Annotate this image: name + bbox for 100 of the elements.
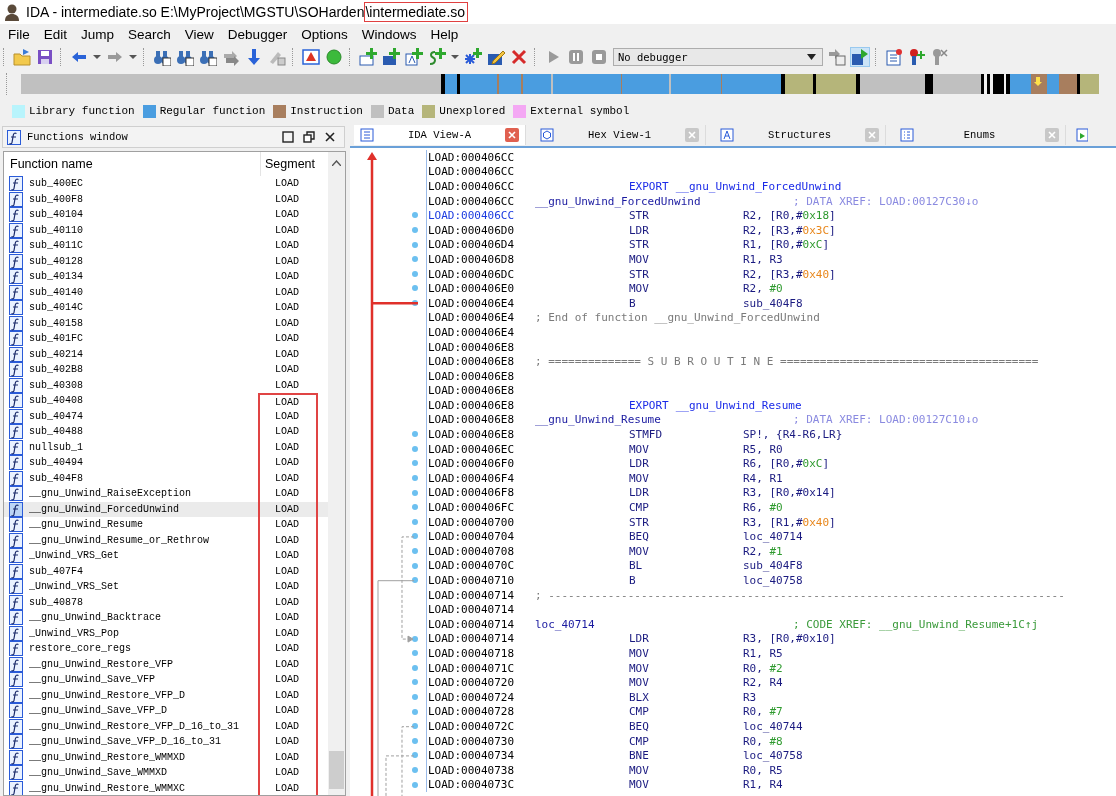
address[interactable]: LOAD:00040714	[428, 632, 535, 646]
address[interactable]: LOAD:000406CC	[428, 209, 535, 223]
function-row[interactable]: sub_407F4 LOAD	[4, 563, 330, 579]
line-dot[interactable]	[412, 241, 418, 248]
function-row[interactable]: sub_40158 LOAD	[4, 315, 330, 331]
circle-icon[interactable]	[325, 48, 343, 66]
function-row[interactable]: restore_core_regs LOAD	[4, 641, 330, 657]
line-dot[interactable]	[412, 431, 418, 438]
address[interactable]: LOAD:00040724	[428, 690, 535, 704]
menu-item[interactable]: Options	[295, 26, 356, 42]
address[interactable]: LOAD:00040720	[428, 676, 535, 690]
open-folder-icon[interactable]	[13, 48, 31, 66]
function-row[interactable]: sub_4011C LOAD	[4, 238, 330, 254]
line-dot[interactable]	[412, 781, 418, 788]
function-row[interactable]: sub_400F8 LOAD	[4, 191, 330, 207]
function-row[interactable]: nullsub_1 LOAD	[4, 439, 330, 455]
address[interactable]: LOAD:000406E8	[428, 369, 535, 383]
menu-item[interactable]: View	[178, 26, 222, 42]
address[interactable]: LOAD:000406DC	[428, 267, 535, 281]
address[interactable]: LOAD:000406F4	[428, 471, 535, 485]
line-dot[interactable]	[412, 226, 418, 233]
binoculars-icon[interactable]	[199, 48, 217, 66]
code-label[interactable]: __gnu_Unwind_Resume	[535, 413, 793, 427]
delete-icon[interactable]	[510, 48, 528, 66]
function-row[interactable]: sub_402B8 LOAD	[4, 362, 330, 378]
pause-icon[interactable]	[567, 48, 585, 66]
asterisk-icon[interactable]	[464, 48, 482, 66]
line-dot[interactable]	[412, 270, 418, 277]
function-row[interactable]: __gnu_Unwind_ForcedUnwind LOAD	[4, 501, 330, 517]
address[interactable]: LOAD:000406E8	[428, 428, 535, 442]
address[interactable]: LOAD:000406D4	[428, 238, 535, 252]
line-dot[interactable]	[412, 256, 418, 263]
address[interactable]: LOAD:00040708	[428, 544, 535, 558]
address[interactable]: LOAD:000406E4	[428, 296, 535, 310]
tab[interactable]: Structures	[714, 125, 886, 145]
function-row[interactable]: __gnu_Unwind_Restore_VFP LOAD	[4, 656, 330, 672]
function-row[interactable]: __gnu_Unwind_Save_VFP_D_16_to_31 LOAD	[4, 734, 330, 750]
address[interactable]: LOAD:00040730	[428, 734, 535, 748]
line-dot[interactable]	[412, 489, 418, 496]
address[interactable]: LOAD:000406E8	[428, 340, 535, 354]
debugger-select[interactable]: No debugger	[613, 48, 823, 66]
address[interactable]: LOAD:00040704	[428, 530, 535, 544]
address[interactable]: LOAD:00040728	[428, 705, 535, 719]
address[interactable]: LOAD:000406F0	[428, 457, 535, 471]
address[interactable]: LOAD:000406E8	[428, 413, 535, 427]
function-row[interactable]: sub_40474 LOAD	[4, 408, 330, 424]
line-dot[interactable]	[412, 737, 418, 744]
scroll-up-icon[interactable]	[332, 160, 341, 166]
function-row[interactable]: sub_401FC LOAD	[4, 331, 330, 347]
tab[interactable]: Enums	[894, 125, 1066, 145]
binoculars-icon[interactable]	[153, 48, 171, 66]
menu-item[interactable]: File	[2, 26, 38, 42]
address[interactable]: LOAD:000406CC	[428, 180, 535, 193]
line-dot[interactable]	[412, 460, 418, 467]
add-code-icon[interactable]	[359, 48, 377, 66]
function-row[interactable]: __gnu_Unwind_Backtrace LOAD	[4, 610, 330, 626]
double-arrow-icon[interactable]	[222, 48, 240, 66]
scrollbar[interactable]	[328, 152, 345, 795]
function-row[interactable]: __gnu_Unwind_Save_WMMXD LOAD	[4, 765, 330, 781]
tab[interactable]: Hex View-1	[534, 125, 706, 145]
menu-item[interactable]: Jump	[75, 26, 123, 42]
address[interactable]: LOAD:00040710	[428, 574, 535, 587]
function-row[interactable]: __gnu_Unwind_Resume_or_Rethrow LOAD	[4, 532, 330, 548]
line-dot[interactable]	[412, 766, 418, 773]
line-dot[interactable]	[412, 548, 418, 555]
save-icon[interactable]	[36, 48, 54, 66]
function-row[interactable]: __gnu_Unwind_Restore_WMMXC LOAD	[4, 780, 330, 795]
close-icon[interactable]	[324, 131, 336, 143]
function-row[interactable]: sub_40488 LOAD	[4, 424, 330, 440]
line-dot[interactable]	[412, 212, 418, 219]
column-header[interactable]: Segment	[261, 157, 316, 171]
function-row[interactable]: sub_40214 LOAD	[4, 346, 330, 362]
function-row[interactable]: __gnu_Unwind_Restore_VFP_D LOAD	[4, 687, 330, 703]
address[interactable]: LOAD:00040714	[428, 603, 535, 617]
line-dot[interactable]	[412, 285, 418, 292]
down-arrow-icon[interactable]	[245, 48, 263, 66]
line-dot[interactable]	[412, 723, 418, 730]
function-row[interactable]: sub_40110 LOAD	[4, 222, 330, 238]
line-dot[interactable]	[412, 475, 418, 482]
line-dot[interactable]	[412, 650, 418, 657]
address[interactable]: LOAD:000406CC	[428, 194, 535, 208]
export-symbol[interactable]: __gnu_Unwind_ForcedUnwind	[675, 180, 842, 193]
restore-icon[interactable]	[303, 131, 315, 143]
function-row[interactable]: sub_400EC LOAD	[4, 176, 330, 192]
menu-item[interactable]: Search	[122, 26, 179, 42]
address[interactable]: LOAD:00040700	[428, 515, 535, 529]
address[interactable]: LOAD:000406E0	[428, 282, 535, 296]
line-dot[interactable]	[412, 752, 418, 759]
function-row[interactable]: __gnu_Unwind_Save_VFP_D LOAD	[4, 703, 330, 719]
address[interactable]: LOAD:00040718	[428, 647, 535, 660]
function-row[interactable]: sub_40134 LOAD	[4, 269, 330, 285]
line-dot[interactable]	[412, 679, 418, 686]
menu-item[interactable]: Debugger	[221, 26, 296, 42]
address[interactable]: LOAD:0004070C	[428, 559, 535, 573]
tab-icon[interactable]	[1076, 128, 1088, 142]
stop-icon[interactable]	[590, 48, 608, 66]
address[interactable]: LOAD:0004071C	[428, 661, 535, 675]
line-dot[interactable]	[412, 693, 418, 700]
code-label[interactable]: loc_40714	[535, 617, 793, 631]
maximize-icon[interactable]	[282, 131, 294, 143]
